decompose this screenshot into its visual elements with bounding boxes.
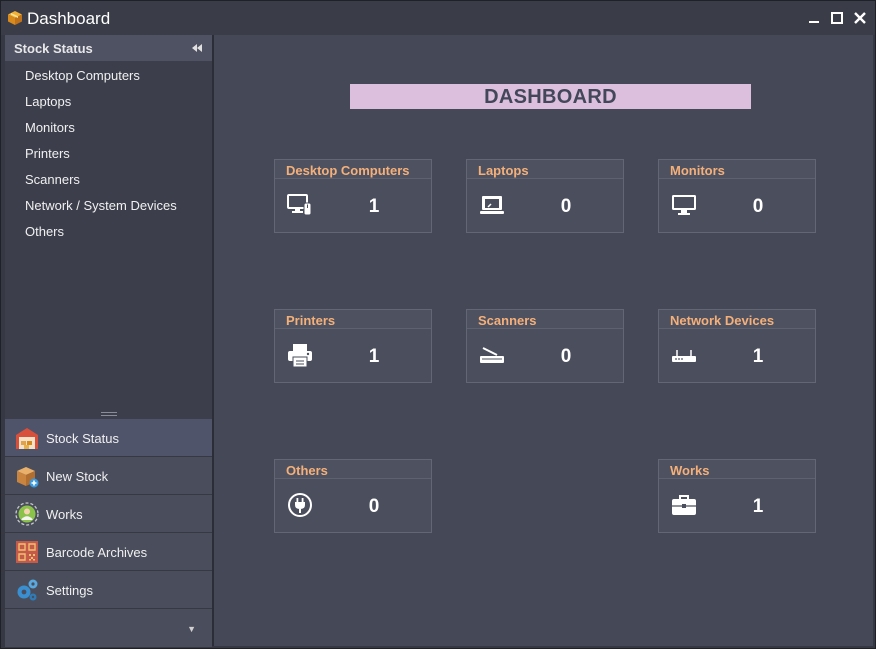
card-count: 0 <box>560 346 572 367</box>
printer-icon <box>288 344 312 368</box>
nav-item-laptops[interactable]: Laptops <box>5 87 212 113</box>
dashboard-title-banner: DASHBOARD <box>350 84 751 109</box>
panel-resize-handle[interactable] <box>101 412 117 416</box>
scanner-icon <box>480 347 504 363</box>
card-title: Laptops <box>467 160 623 179</box>
monitor-icon <box>672 195 696 215</box>
bottom-nav-stock-status[interactable]: Stock Status <box>5 419 212 457</box>
power-plug-icon <box>288 493 312 517</box>
collapse-double-arrow-icon[interactable] <box>191 42 203 54</box>
bottom-nav-works[interactable]: Works <box>5 495 212 533</box>
nav-item-printers[interactable]: Printers <box>5 139 212 165</box>
bottom-nav-label: Barcode Archives <box>46 545 148 560</box>
card-title: Others <box>275 460 431 479</box>
card-count: 0 <box>752 196 764 217</box>
laptop-icon <box>480 196 504 214</box>
title-bar: Dashboard <box>1 1 875 35</box>
bottom-nav-settings[interactable]: Settings <box>5 571 212 609</box>
app-window: Dashboard Stock Status Desktop Computers… <box>0 0 876 649</box>
works-person-icon <box>15 502 39 526</box>
maximize-button[interactable] <box>828 9 846 27</box>
card-count: 0 <box>560 196 572 217</box>
card-works[interactable]: Works 1 <box>658 459 816 533</box>
bottom-nav-new-stock[interactable]: New Stock <box>5 457 212 495</box>
briefcase-icon <box>672 495 696 515</box>
minimize-button[interactable] <box>805 9 823 27</box>
app-box-icon <box>8 11 22 25</box>
bottom-nav-label: New Stock <box>46 469 109 484</box>
minimize-icon <box>809 21 819 23</box>
nav-item-others[interactable]: Others <box>5 217 212 243</box>
left-navigation-panel: Stock Status Desktop Computers Laptops M… <box>5 35 212 647</box>
new-stock-box-icon <box>17 467 39 488</box>
card-monitors[interactable]: Monitors 0 <box>658 159 816 233</box>
maximize-icon <box>831 12 843 24</box>
bottom-nav-overflow[interactable]: ▼ <box>5 609 212 647</box>
gears-icon <box>17 579 38 601</box>
desktop-computer-icon <box>287 194 312 216</box>
dashboard-main-area: DASHBOARD Desktop Computers 1 Laptops 0 <box>212 35 873 646</box>
bottom-nav-label: Works <box>46 507 83 522</box>
card-count: 1 <box>752 496 764 517</box>
card-title: Desktop Computers <box>275 160 431 179</box>
card-others[interactable]: Others 0 <box>274 459 432 533</box>
card-network-devices[interactable]: Network Devices 1 <box>658 309 816 383</box>
card-count: 1 <box>752 346 764 367</box>
card-count: 0 <box>368 496 380 517</box>
card-scanners[interactable]: Scanners 0 <box>466 309 624 383</box>
card-desktop-computers[interactable]: Desktop Computers 1 <box>274 159 432 233</box>
card-count: 1 <box>368 196 380 217</box>
card-title: Network Devices <box>659 310 815 329</box>
bottom-nav-label: Settings <box>46 583 93 598</box>
card-count: 1 <box>368 346 380 367</box>
close-icon <box>854 12 866 24</box>
nav-item-network-devices[interactable]: Network / System Devices <box>5 191 212 217</box>
card-title: Scanners <box>467 310 623 329</box>
window-title: Dashboard <box>27 9 111 28</box>
card-laptops[interactable]: Laptops 0 <box>466 159 624 233</box>
card-title: Works <box>659 460 815 479</box>
card-title: Monitors <box>659 160 815 179</box>
close-button[interactable] <box>851 9 869 27</box>
barcode-archive-icon <box>16 541 38 563</box>
nav-item-monitors[interactable]: Monitors <box>5 113 212 139</box>
nav-item-desktop-computers[interactable]: Desktop Computers <box>5 61 212 87</box>
stock-status-list: Desktop Computers Laptops Monitors Print… <box>5 61 212 243</box>
group-title: Stock Status <box>14 41 93 56</box>
card-printers[interactable]: Printers 1 <box>274 309 432 383</box>
bottom-navigation: Stock Status New Stock Works Barcode Arc… <box>5 419 212 647</box>
bottom-nav-barcode-archives[interactable]: Barcode Archives <box>5 533 212 571</box>
chevron-down-icon[interactable]: ▼ <box>187 624 196 634</box>
card-title: Printers <box>275 310 431 329</box>
stock-status-group-header[interactable]: Stock Status <box>5 35 212 61</box>
bottom-nav-label: Stock Status <box>46 431 119 446</box>
router-icon <box>672 350 696 362</box>
nav-item-scanners[interactable]: Scanners <box>5 165 212 191</box>
warehouse-icon <box>16 428 38 449</box>
